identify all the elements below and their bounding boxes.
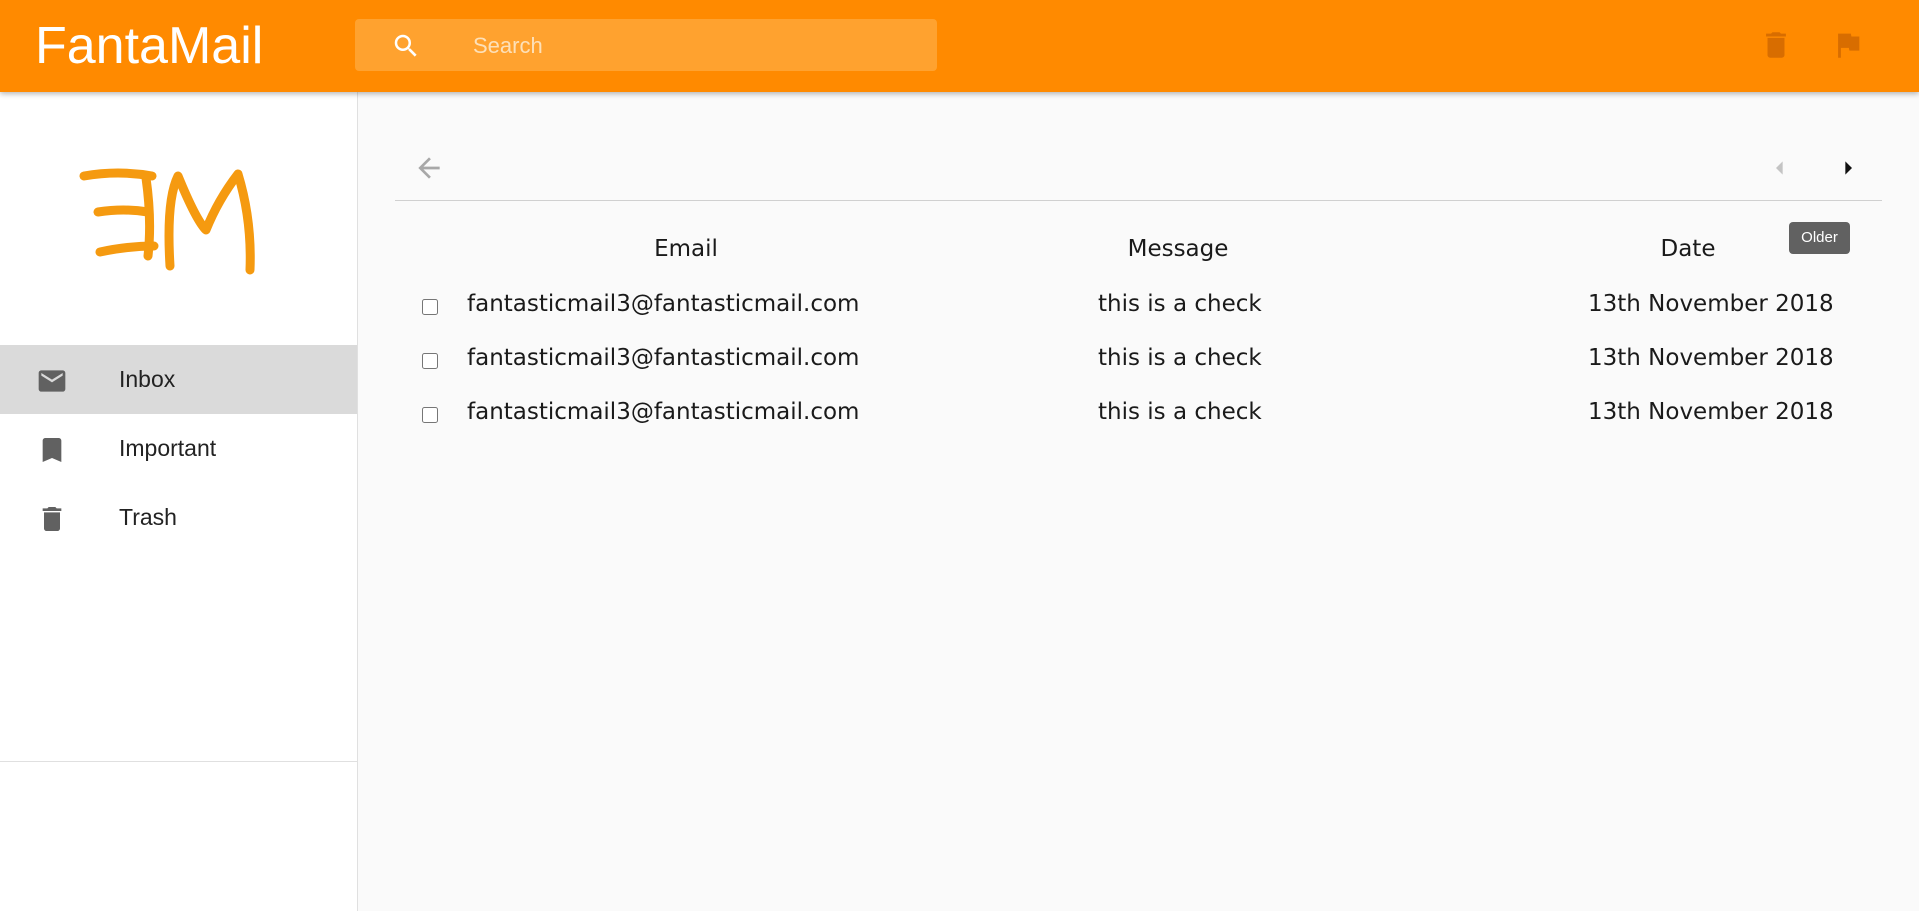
row-email: fantasticmail3@fantasticmail.com bbox=[467, 399, 860, 425]
mail-icon bbox=[38, 370, 66, 392]
sidebar-item-label: Inbox bbox=[119, 366, 176, 392]
bookmark-icon bbox=[42, 438, 62, 462]
table-row[interactable]: fantasticmail3@fantasticmail.com this is… bbox=[358, 399, 1919, 453]
trash-icon bbox=[42, 507, 62, 531]
row-message: this is a check bbox=[1098, 399, 1262, 425]
row-message: this is a check bbox=[1098, 345, 1262, 371]
sidebar-divider bbox=[0, 761, 357, 762]
row-checkbox[interactable] bbox=[422, 299, 438, 315]
row-checkbox[interactable] bbox=[422, 407, 438, 423]
row-email: fantasticmail3@fantasticmail.com bbox=[467, 291, 860, 317]
chevron-right-icon[interactable] bbox=[1832, 152, 1864, 184]
arrow-back-icon[interactable] bbox=[413, 152, 445, 184]
search-input[interactable] bbox=[471, 19, 915, 73]
fm-logo bbox=[79, 168, 255, 275]
table-row[interactable]: fantasticmail3@fantasticmail.com this is… bbox=[358, 345, 1919, 399]
sidebar-item-label: Important bbox=[119, 435, 217, 461]
chevron-left-icon[interactable] bbox=[1764, 152, 1796, 184]
row-date: 13th November 2018 bbox=[1588, 291, 1834, 317]
mail-list-panel: Older Email Message Date fantasticmail3@… bbox=[358, 92, 1919, 911]
trash-icon[interactable] bbox=[1759, 28, 1793, 62]
app-title[interactable]: FantaMail bbox=[35, 14, 263, 78]
column-header-message: Message bbox=[1127, 236, 1229, 262]
sidebar: Inbox Important Trash bbox=[0, 92, 358, 911]
sidebar-item-important[interactable]: Important bbox=[0, 414, 357, 483]
row-email: fantasticmail3@fantasticmail.com bbox=[467, 345, 860, 371]
sidebar-item-trash[interactable]: Trash bbox=[0, 483, 357, 552]
row-date: 13th November 2018 bbox=[1588, 399, 1834, 425]
flag-icon[interactable] bbox=[1831, 28, 1865, 62]
column-header-date: Date bbox=[1660, 236, 1716, 262]
row-date: 13th November 2018 bbox=[1588, 345, 1834, 371]
search-bar[interactable] bbox=[355, 19, 937, 73]
row-checkbox[interactable] bbox=[422, 353, 438, 369]
toolbar-divider bbox=[395, 200, 1882, 201]
sidebar-item-inbox[interactable]: Inbox bbox=[0, 345, 357, 414]
table-row[interactable]: fantasticmail3@fantasticmail.com this is… bbox=[358, 291, 1919, 345]
row-message: this is a check bbox=[1098, 291, 1262, 317]
column-header-email: Email bbox=[654, 236, 718, 262]
older-tooltip: Older bbox=[1789, 222, 1850, 254]
sidebar-item-label: Trash bbox=[119, 504, 177, 530]
search-icon[interactable] bbox=[391, 31, 421, 61]
app-bar: FantaMail bbox=[0, 0, 1919, 92]
